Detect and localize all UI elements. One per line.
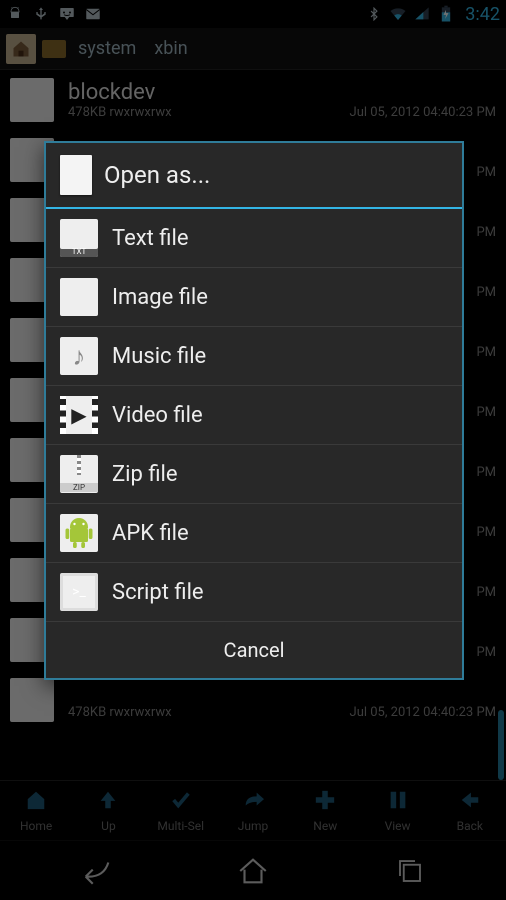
text-file-icon [60,219,98,257]
open-as-image[interactable]: Image file [46,268,462,327]
option-label: Zip file [112,462,178,487]
option-label: Text file [112,226,189,251]
script-file-icon: >_ [60,573,98,611]
option-label: Image file [112,285,208,310]
option-label: Script file [112,580,204,605]
open-as-apk[interactable]: APK file [46,504,462,563]
dialog-option-list: Text file Image file ♪ Music file ▶ Vide… [46,209,462,621]
cancel-button[interactable]: Cancel [46,621,462,678]
music-file-icon: ♪ [60,337,98,375]
open-as-text[interactable]: Text file [46,209,462,268]
apk-file-icon [60,514,98,552]
open-as-script[interactable]: >_ Script file [46,563,462,621]
option-label: Video file [112,403,203,428]
image-file-icon [60,278,98,316]
dialog-header: Open as... [46,143,462,209]
document-icon [60,155,92,195]
zip-file-icon [60,455,98,493]
open-as-dialog: Open as... Text file Image file ♪ Music … [44,141,464,680]
open-as-video[interactable]: ▶ Video file [46,386,462,445]
option-label: Music file [112,344,206,369]
open-as-zip[interactable]: Zip file [46,445,462,504]
open-as-music[interactable]: ♪ Music file [46,327,462,386]
option-label: APK file [112,521,189,546]
video-file-icon: ▶ [60,396,98,434]
dialog-title: Open as... [104,161,210,189]
